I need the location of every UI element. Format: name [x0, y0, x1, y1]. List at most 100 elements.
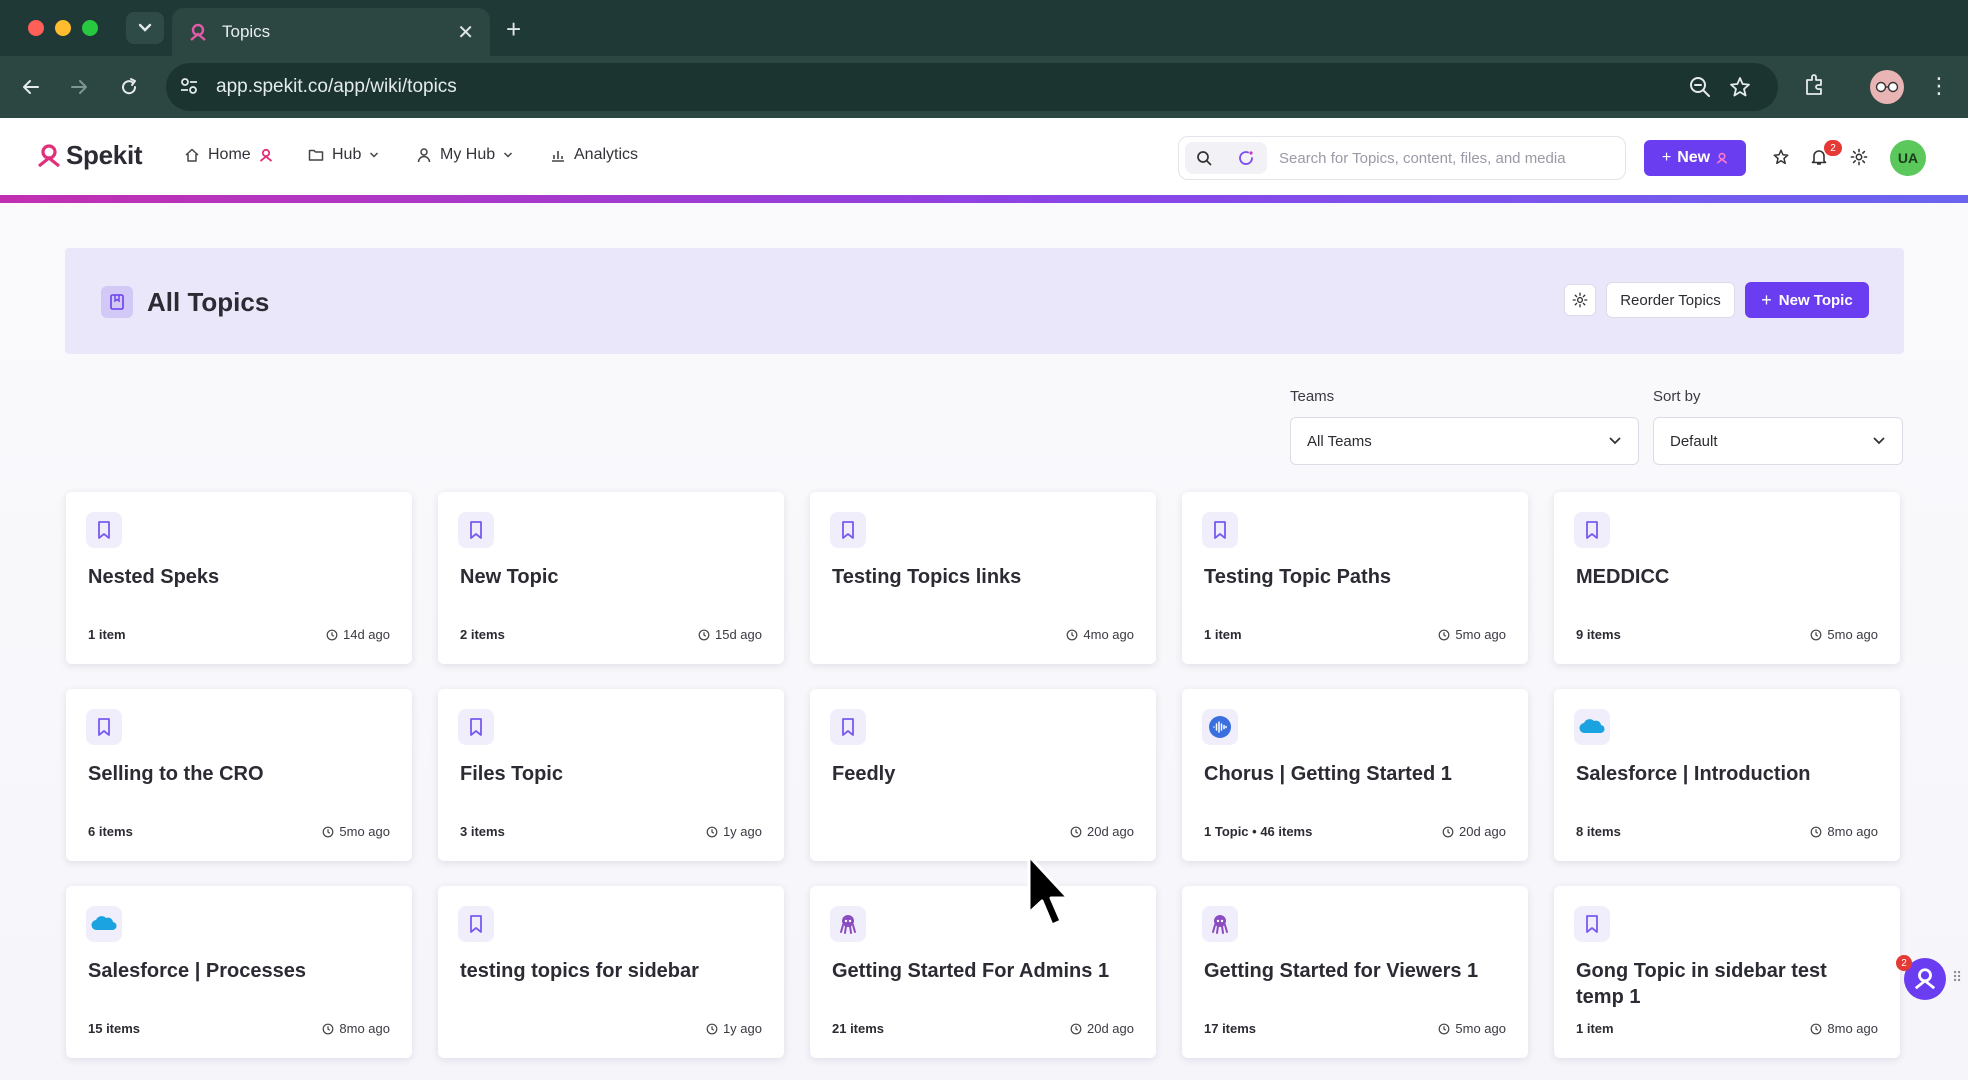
ai-search-icon[interactable] [1237, 149, 1255, 167]
forward-button[interactable] [64, 72, 94, 102]
topic-card[interactable]: MEDDICC 9 items 5mo ago [1554, 492, 1900, 664]
topic-card[interactable]: Testing Topics links 4mo ago [810, 492, 1156, 664]
topic-title: Getting Started for Viewers 1 [1204, 960, 1479, 982]
window-close-button[interactable] [28, 20, 44, 36]
topic-title: Testing Topics links [832, 566, 1022, 588]
clock-icon [1070, 1023, 1082, 1034]
topic-card[interactable]: Getting Started for Viewers 1 17 items 5mo… [1182, 886, 1528, 1058]
topic-updated-time: 5mo ago [1438, 1021, 1506, 1036]
topic-title: Feedly [832, 763, 896, 785]
new-topic-button[interactable]: + New Topic [1745, 282, 1869, 318]
nav-home-label: Home [208, 146, 251, 163]
assistant-badge: 2 [1896, 955, 1912, 971]
reorder-topics-button[interactable]: Reorder Topics [1606, 282, 1735, 318]
topic-item-count: 21 items [832, 1021, 885, 1036]
topic-time-label: 20d ago [1459, 824, 1506, 839]
tab-search-button[interactable] [126, 12, 164, 44]
topic-card[interactable]: Salesforce | Processes 15 items 8mo ago [66, 886, 412, 1058]
star-icon[interactable] [1728, 75, 1752, 99]
profile-avatar[interactable] [1870, 70, 1904, 104]
new-button[interactable]: + New [1644, 140, 1746, 176]
reload-icon [122, 78, 137, 95]
clock-icon [1439, 1023, 1450, 1034]
nav-analytics-label: Analytics [574, 146, 639, 163]
topic-item-count: 1 item [88, 627, 126, 642]
clock-icon [698, 629, 710, 640]
topic-card[interactable]: Salesforce | Introduction 8 items 8mo ago [1554, 689, 1900, 861]
window-minimize-button[interactable] [55, 20, 71, 36]
bookmark-icon [830, 709, 866, 745]
zoom-icon[interactable] [1688, 75, 1712, 99]
drag-handle-icon[interactable]: ⠿ [1952, 969, 1962, 986]
nav-home[interactable]: Home [184, 146, 273, 164]
search-icon[interactable] [1195, 149, 1213, 167]
sort-select[interactable]: Default [1653, 417, 1903, 465]
chevron-down-icon [370, 152, 379, 158]
browser-menu-icon[interactable]: ⋮ [1928, 72, 1950, 100]
bookmark-icon [1574, 512, 1610, 548]
teams-select[interactable]: All Teams [1290, 417, 1639, 465]
browser-tab[interactable]: Topics ✕ [172, 8, 490, 56]
topic-card[interactable]: Getting Started For Admins 1 21 items 20d … [810, 886, 1156, 1058]
nav-analytics[interactable]: Analytics [550, 146, 638, 164]
topic-title: Selling to the CRO [88, 763, 264, 785]
user-icon [417, 148, 431, 163]
topic-card[interactable]: testing topics for sidebar 1y ago [438, 886, 784, 1058]
topic-time-label: 15d ago [715, 627, 762, 642]
topic-updated-time: 5mo ago [1438, 627, 1506, 642]
topic-card[interactable]: Selling to the CRO 6 items 5mo ago [66, 689, 412, 861]
topic-time-label: 5mo ago [1455, 627, 1506, 642]
settings-gear-icon[interactable] [1850, 148, 1868, 166]
topic-time-label: 4mo ago [1083, 627, 1134, 642]
clock-icon [1439, 629, 1450, 640]
topic-item-count: 3 items [460, 824, 505, 839]
topic-item-count: 15 items [88, 1021, 141, 1036]
favorites-star-icon[interactable] [1772, 148, 1790, 166]
octopus-icon [830, 906, 866, 942]
address-bar[interactable]: app.spekit.co/app/wiki/topics [166, 63, 1778, 111]
reload-button[interactable] [114, 72, 144, 102]
topic-settings-button[interactable] [1564, 284, 1596, 316]
topic-card[interactable]: Nested Speks 1 item 14d ago [66, 492, 412, 664]
bookmark-icon [1202, 512, 1238, 548]
topic-item-count: 9 items [1576, 627, 1621, 642]
clock-icon [323, 1023, 334, 1034]
topic-card[interactable]: Chorus | Getting Started 1 1 Topic • 46 i… [1182, 689, 1528, 861]
new-tab-icon[interactable]: + [506, 14, 521, 45]
topic-card[interactable]: Testing Topic Paths 1 item 5mo ago [1182, 492, 1528, 664]
topic-time-label: 8mo ago [1827, 824, 1878, 839]
nav-hub[interactable]: Hub [308, 146, 379, 164]
chevron-down-icon [138, 23, 152, 32]
topic-item-count: 1 Topic • 46 items [1204, 824, 1313, 839]
topic-time-label: 20d ago [1087, 824, 1134, 839]
chevron-down-icon [1609, 437, 1621, 445]
bookmark-icon [458, 709, 494, 745]
site-settings-icon[interactable] [178, 75, 200, 97]
sort-value: Default [1670, 433, 1718, 450]
bookmark-icon [458, 906, 494, 942]
spekit-logo[interactable]: Spekit [36, 140, 143, 171]
back-button[interactable] [16, 72, 46, 102]
clock-icon [1070, 826, 1082, 837]
book-icon [101, 286, 133, 318]
topic-updated-time: 4mo ago [1066, 627, 1134, 642]
topic-card[interactable]: Files Topic 3 items 1y ago [438, 689, 784, 861]
global-search[interactable]: Search for Topics, content, files, and m… [1178, 136, 1626, 180]
window-zoom-button[interactable] [82, 20, 98, 36]
tab-close-icon[interactable]: ✕ [457, 20, 474, 45]
topic-updated-time: 20d ago [1442, 824, 1506, 839]
topic-card[interactable]: Gong Topic in sidebar test temp 1 1 item 8… [1554, 886, 1900, 1058]
plus-icon: + [1761, 289, 1772, 310]
chorus-icon [1202, 709, 1238, 745]
user-avatar[interactable]: UA [1890, 140, 1926, 176]
teams-value: All Teams [1307, 433, 1372, 450]
search-input[interactable]: Search for Topics, content, files, and m… [1279, 150, 1566, 167]
topic-time-label: 14d ago [343, 627, 390, 642]
topic-card[interactable]: New Topic 2 items 15d ago [438, 492, 784, 664]
topic-item-count: 6 items [88, 824, 133, 839]
extensions-icon[interactable] [1802, 72, 1828, 98]
nav-my-hub[interactable]: My Hub [416, 146, 513, 164]
bookmark-icon [458, 512, 494, 548]
topic-card[interactable]: Feedly 20d ago [810, 689, 1156, 861]
nav-my-hub-label: My Hub [440, 146, 496, 163]
